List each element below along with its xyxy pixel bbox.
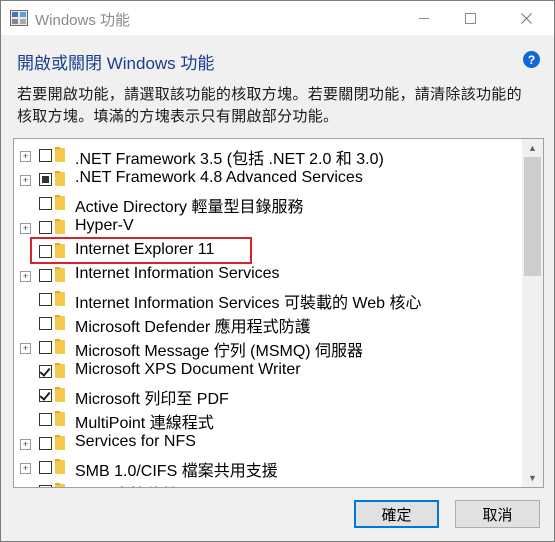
folder-icon <box>55 147 65 162</box>
folder-icon <box>55 315 65 330</box>
scroll-thumb[interactable] <box>524 157 541 276</box>
folder-icon <box>55 171 65 186</box>
feature-checkbox[interactable] <box>39 389 52 402</box>
feature-label: Internet Explorer 11 <box>75 241 215 258</box>
feature-row[interactable]: Internet Information Services 可裝載的 Web 核… <box>14 288 522 312</box>
feature-checkbox[interactable] <box>39 173 52 186</box>
maximize-button[interactable] <box>447 1 493 35</box>
folder-icon <box>55 267 65 282</box>
feature-label: Internet Information Services 可裝載的 Web 核… <box>75 295 422 312</box>
feature-label: .NET Framework 3.5 (包括 .NET 2.0 和 3.0) <box>75 151 384 168</box>
feature-label: Internet Information Services <box>75 265 280 282</box>
chevron-up-icon: ▲ <box>528 143 537 153</box>
folder-icon <box>55 387 65 402</box>
scroll-up-button[interactable]: ▲ <box>522 139 543 157</box>
expand-icon[interactable]: + <box>20 343 31 354</box>
feature-label: SMB 直接傳輸 <box>75 481 178 487</box>
feature-checkbox[interactable] <box>39 461 52 474</box>
feature-row[interactable]: + Microsoft Message 佇列 (MSMQ) 伺服器 <box>14 336 522 360</box>
feature-checkbox[interactable] <box>39 197 52 210</box>
scroll-down-button[interactable]: ▼ <box>522 469 543 487</box>
feature-row[interactable]: + Hyper-V <box>14 216 522 240</box>
feature-row[interactable]: Active Directory 輕量型目錄服務 <box>14 192 522 216</box>
feature-row[interactable]: Microsoft Defender 應用程式防護 <box>14 312 522 336</box>
feature-label: Microsoft 列印至 PDF <box>75 391 229 408</box>
title-bar[interactable]: Windows 功能 <box>1 1 554 35</box>
feature-row[interactable]: MultiPoint 連線程式 <box>14 408 522 432</box>
feature-row[interactable]: + .NET Framework 3.5 (包括 .NET 2.0 和 3.0) <box>14 144 522 168</box>
description: 若要開啟功能，請選取該功能的核取方塊。若要關閉功能，請清除該功能的核取方塊。填滿… <box>17 86 522 125</box>
folder-icon <box>55 483 65 487</box>
feature-row[interactable]: + Services for NFS <box>14 432 522 456</box>
feature-label: MultiPoint 連線程式 <box>75 415 214 432</box>
cancel-button[interactable]: 取消 <box>455 500 540 528</box>
expand-icon[interactable]: + <box>20 175 31 186</box>
expand-icon[interactable]: + <box>20 439 31 450</box>
feature-label: SMB 1.0/CIFS 檔案共用支援 <box>75 463 278 480</box>
vertical-scrollbar[interactable]: ▲ ▼ <box>522 139 543 487</box>
feature-label: Microsoft XPS Document Writer <box>75 361 301 378</box>
feature-row[interactable]: Microsoft 列印至 PDF <box>14 384 522 408</box>
feature-label: Microsoft Message 佇列 (MSMQ) 伺服器 <box>75 343 364 360</box>
folder-icon <box>55 339 65 354</box>
folder-icon <box>55 363 65 378</box>
feature-checkbox[interactable] <box>39 245 52 258</box>
feature-checkbox[interactable] <box>39 365 52 378</box>
feature-row[interactable]: + Internet Information Services <box>14 264 522 288</box>
window-title: Windows 功能 <box>35 12 131 29</box>
feature-checkbox[interactable] <box>39 221 52 234</box>
feature-row[interactable]: Microsoft XPS Document Writer <box>14 360 522 384</box>
feature-checkbox[interactable] <box>39 485 52 487</box>
folder-icon <box>55 195 65 210</box>
page-title: 開啟或關閉 Windows 功能 <box>17 54 215 73</box>
feature-checkbox[interactable] <box>39 413 52 426</box>
help-icon[interactable]: ? <box>523 51 540 68</box>
windows-features-icon <box>10 10 28 26</box>
close-button[interactable] <box>503 1 549 35</box>
close-icon <box>520 12 532 24</box>
feature-checkbox[interactable] <box>39 269 52 282</box>
expand-icon[interactable]: + <box>20 463 31 474</box>
folder-icon <box>55 459 65 474</box>
chevron-down-icon: ▼ <box>528 473 537 483</box>
feature-label: Services for NFS <box>75 433 196 450</box>
minimize-icon <box>419 17 429 19</box>
folder-icon <box>55 243 65 258</box>
feature-label: Active Directory 輕量型目錄服務 <box>75 199 304 216</box>
expand-icon[interactable]: + <box>20 151 31 162</box>
maximize-icon <box>464 12 476 24</box>
feature-row[interactable]: Internet Explorer 11 <box>14 237 522 264</box>
folder-icon <box>55 219 65 234</box>
folder-icon <box>55 435 65 450</box>
dialog-content: 開啟或關閉 Windows 功能 ? 若要開啟功能，請選取該功能的核取方塊。若要… <box>1 35 554 541</box>
ok-button[interactable]: 確定 <box>354 500 439 528</box>
windows-features-dialog: Windows 功能 開啟或關閉 Windows 功能 ? 若要開啟功能，請選取… <box>0 0 555 542</box>
feature-label: Microsoft Defender 應用程式防護 <box>75 319 311 336</box>
feature-row[interactable]: + SMB 1.0/CIFS 檔案共用支援 <box>14 456 522 480</box>
minimize-button[interactable] <box>401 1 447 35</box>
feature-checkbox[interactable] <box>39 149 52 162</box>
feature-label: Hyper-V <box>75 217 134 234</box>
folder-icon <box>55 411 65 426</box>
feature-checkbox[interactable] <box>39 437 52 450</box>
expand-icon[interactable]: + <box>20 271 31 282</box>
feature-checkbox[interactable] <box>39 341 52 354</box>
expand-icon[interactable]: + <box>20 223 31 234</box>
feature-checkbox[interactable] <box>39 293 52 306</box>
feature-tree[interactable]: + .NET Framework 3.5 (包括 .NET 2.0 和 3.0) +… <box>13 138 544 488</box>
feature-checkbox[interactable] <box>39 317 52 330</box>
folder-icon <box>55 291 65 306</box>
feature-label: .NET Framework 4.8 Advanced Services <box>75 169 363 186</box>
feature-row[interactable]: SMB 直接傳輸 <box>14 480 522 487</box>
feature-row[interactable]: + .NET Framework 4.8 Advanced Services <box>14 168 522 192</box>
